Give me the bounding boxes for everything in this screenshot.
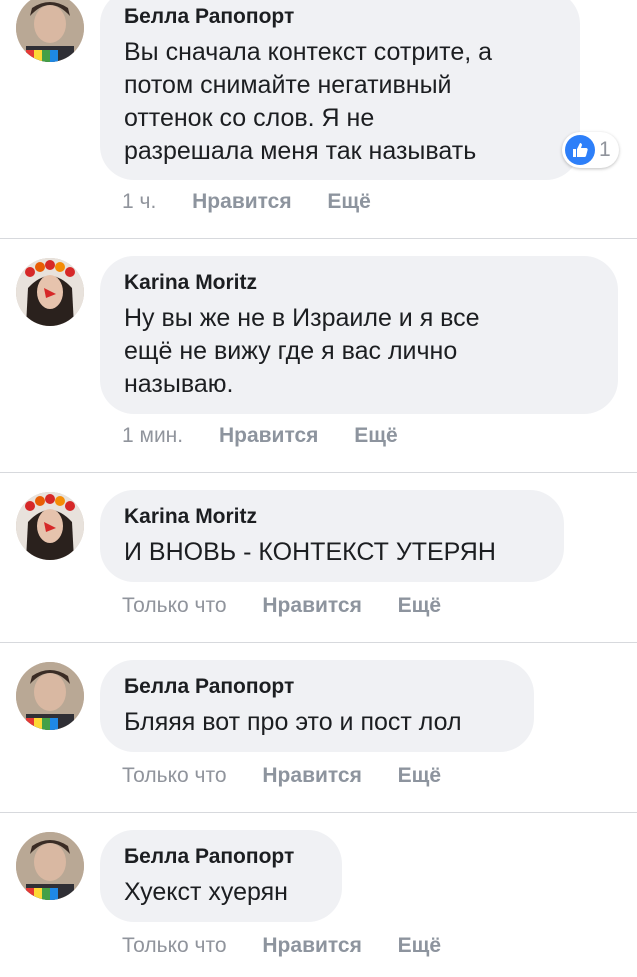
divider [0,642,637,643]
comment-bubble: Белла Рапопорт Вы сначала контекст сотри… [100,0,580,180]
comment-text: Хуекст хуерян [124,878,288,906]
comment-timestamp[interactable]: 1 ч. [122,189,156,215]
avatar[interactable] [16,0,84,62]
comment-text: Вы сначала контекст сотрите, а потом сни… [124,38,493,165]
comment-actions: Только что Нравится Ещё [122,933,441,959]
like-button[interactable]: Нравится [262,593,361,619]
comment-bubble: Karina Moritz Ну вы же не в Израиле и я … [100,256,618,414]
reaction-badge[interactable]: 1 [562,132,619,168]
more-button[interactable]: Ещё [398,933,441,959]
avatar[interactable] [16,662,84,730]
comment-author[interactable]: Белла Рапопорт [124,674,510,700]
comment-text: Бляяя вот про это и пост лол [124,708,462,736]
comment-author[interactable]: Белла Рапопорт [124,4,556,30]
divider [0,472,637,473]
comment-actions: Только что Нравится Ещё [122,593,441,619]
like-button[interactable]: Нравится [262,933,361,959]
comment-bubble: Белла Рапопорт Бляяя вот про это и пост … [100,660,534,752]
avatar-photo-icon [16,492,84,560]
avatar-photo-icon [16,832,84,900]
avatar-photo-icon [16,662,84,730]
like-button[interactable]: Нравится [192,189,291,215]
comment-timestamp[interactable]: Только что [122,593,227,619]
comment-author[interactable]: Karina Moritz [124,270,594,296]
divider [0,812,637,813]
comment-author[interactable]: Белла Рапопорт [124,844,318,870]
like-button[interactable]: Нравится [219,423,318,449]
comment-timestamp[interactable]: Только что [122,933,227,959]
comment-thread: Белла Рапопорт Вы сначала контекст сотри… [0,0,637,977]
comment-timestamp[interactable]: Только что [122,763,227,789]
comment-bubble: Белла Рапопорт Хуекст хуерян [100,830,342,922]
avatar-photo-icon [16,258,84,326]
thumbs-up-icon [565,135,595,165]
avatar-photo-icon [16,0,84,62]
more-button[interactable]: Ещё [398,593,441,619]
comment-timestamp[interactable]: 1 мин. [122,423,183,449]
avatar[interactable] [16,492,84,560]
more-button[interactable]: Ещё [398,763,441,789]
comment-actions: Только что Нравится Ещё [122,763,441,789]
like-button[interactable]: Нравится [262,763,361,789]
avatar[interactable] [16,832,84,900]
comment-author[interactable]: Karina Moritz [124,504,540,530]
avatar[interactable] [16,258,84,326]
comment-text: И ВНОВЬ - КОНТЕКСТ УТЕРЯН [124,538,496,566]
comment-text: Ну вы же не в Израиле и я все ещё не виж… [124,304,480,398]
reaction-count: 1 [599,138,611,161]
comment-actions: 1 мин. Нравится Ещё [122,423,398,449]
more-button[interactable]: Ещё [354,423,397,449]
comment-actions: 1 ч. Нравится Ещё [122,189,371,215]
comment-bubble: Karina Moritz И ВНОВЬ - КОНТЕКСТ УТЕРЯН [100,490,564,582]
more-button[interactable]: Ещё [327,189,370,215]
divider [0,238,637,239]
